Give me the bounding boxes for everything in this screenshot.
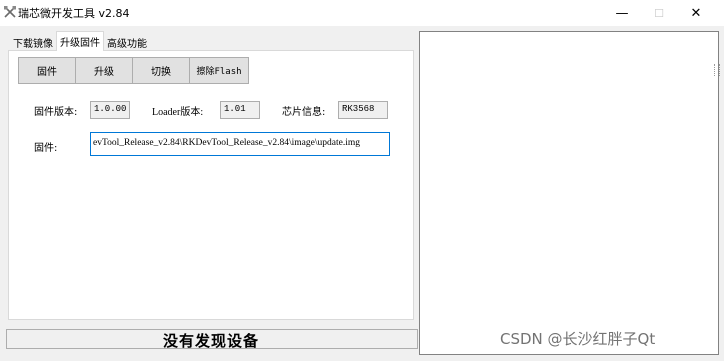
csdn-watermark: CSDN @长沙红胖子Qt xyxy=(500,330,656,348)
minimize-button[interactable]: — xyxy=(605,0,639,26)
tab-advanced-functions[interactable]: 高级功能 xyxy=(104,33,150,51)
maximize-button[interactable]: ☐ xyxy=(642,0,676,26)
upgrade-button[interactable]: 升级 xyxy=(75,57,133,84)
maximize-icon: ☐ xyxy=(654,6,664,20)
tab-upgrade-firmware[interactable]: 升级固件 xyxy=(56,31,104,51)
erase-flash-button[interactable]: 擦除Flash xyxy=(189,57,249,84)
tab-download-image[interactable]: 下载镜像 xyxy=(10,33,56,51)
title-bar[interactable]: 瑞芯微开发工具 v2.84 — ☐ ✕ xyxy=(0,0,724,26)
upgrade-firmware-panel xyxy=(8,50,414,320)
loader-version-label: Loader版本: xyxy=(152,107,204,118)
loader-version-field[interactable]: 1.01 xyxy=(220,101,260,119)
splitter-grip-icon[interactable] xyxy=(714,64,720,76)
chip-info-field[interactable]: RK3568 xyxy=(338,101,388,119)
firmware-path-label: 固件: xyxy=(34,143,58,154)
device-status-text: 没有发现设备 xyxy=(163,332,260,350)
firmware-version-field[interactable]: 1.0.00 xyxy=(90,101,130,119)
close-button[interactable]: ✕ xyxy=(679,0,713,26)
firmware-path-value: evTool_Release_v2.84\RKDevTool_Release_v… xyxy=(93,138,360,148)
log-output-pane[interactable] xyxy=(419,31,719,355)
window-title: 瑞芯微开发工具 v2.84 xyxy=(18,7,130,20)
firmware-version-label: 固件版本: xyxy=(34,107,78,118)
minimize-icon: — xyxy=(615,5,629,21)
chip-info-label: 芯片信息: xyxy=(282,107,326,118)
crossed-tools-icon xyxy=(4,6,16,18)
firmware-path-input[interactable]: evTool_Release_v2.84\RKDevTool_Release_v… xyxy=(90,132,390,156)
close-icon: ✕ xyxy=(690,5,702,21)
switch-button[interactable]: 切换 xyxy=(132,57,190,84)
firmware-button[interactable]: 固件 xyxy=(18,57,76,84)
